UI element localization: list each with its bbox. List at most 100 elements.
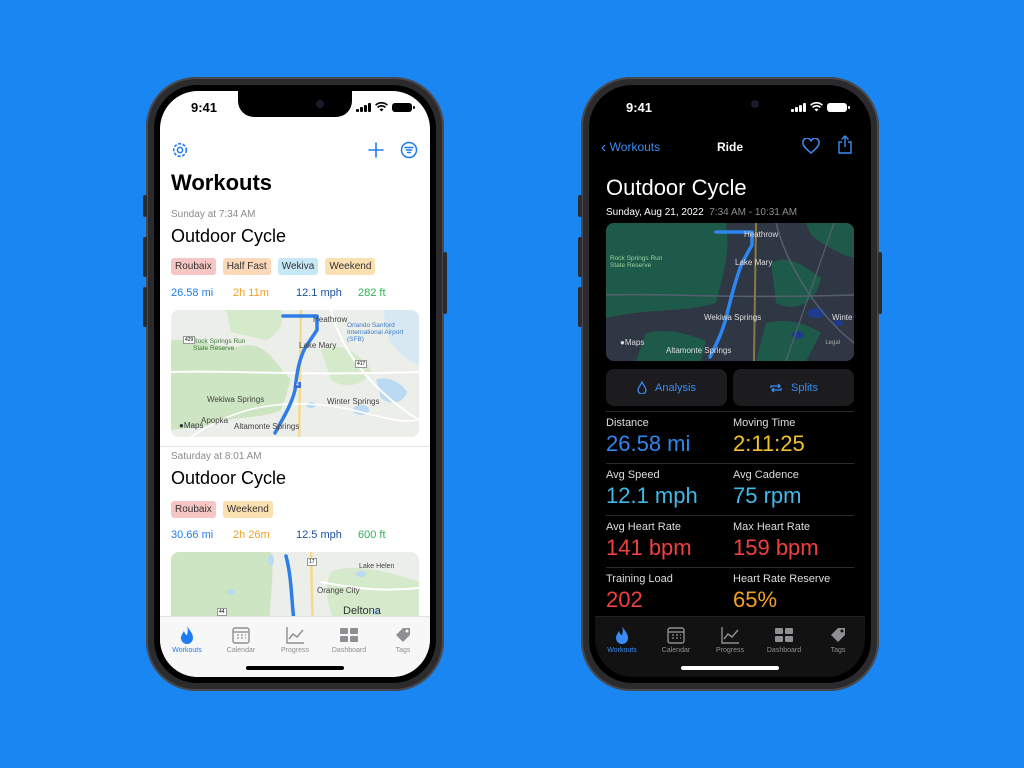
route-map[interactable]: Heathrow Orlando Sanford International A…	[171, 310, 419, 437]
workout-stats: 26.58 mi 2h 11m 12.1 mph 282 ft	[171, 287, 421, 301]
tab-workouts[interactable]: Workouts	[160, 625, 214, 654]
notch	[673, 91, 787, 117]
road-shield: 429	[183, 336, 196, 344]
metric-distance: Distance 26.58 mi	[606, 417, 732, 457]
metric-value: 65%	[733, 587, 778, 612]
home-indicator[interactable]	[246, 666, 344, 670]
battery-icon	[392, 102, 415, 112]
stat-speed: 12.5 mph	[296, 529, 342, 541]
gear-icon[interactable]	[171, 141, 189, 159]
chart-icon	[721, 627, 739, 644]
divider	[606, 463, 854, 464]
side-button	[143, 195, 147, 217]
tag-weekend[interactable]: Weekend	[222, 501, 273, 518]
plus-icon[interactable]	[368, 142, 384, 158]
workout-tags: Roubaix Weekend	[171, 501, 273, 518]
signal-icon	[791, 102, 806, 112]
map-label: Heathrow	[744, 230, 779, 239]
calendar-icon	[667, 627, 685, 644]
metric-value: 26.58 mi	[606, 431, 691, 456]
maps-attribution-text: Maps	[624, 338, 645, 347]
home-indicator[interactable]	[681, 666, 779, 670]
workout-tags: Roubaix Half Fast Wekiva Weekend	[171, 258, 376, 275]
side-button	[143, 237, 147, 277]
tab-label: Tags	[830, 647, 846, 654]
metric-value: 2:11:25	[733, 431, 805, 456]
tab-dashboard[interactable]: Dashboard	[322, 625, 376, 654]
metric-heart-rate-reserve: Heart Rate Reserve 65%	[733, 573, 859, 613]
tab-dashboard[interactable]: Dashboard	[757, 625, 811, 654]
splits-label: Splits	[791, 381, 818, 394]
splits-button[interactable]: Splits	[733, 369, 854, 406]
divider	[606, 567, 854, 568]
map-label: Heathrow	[313, 315, 348, 324]
map-label: Lake Helen	[359, 563, 395, 570]
notch	[238, 91, 352, 117]
maps-attribution: ●Maps	[620, 338, 644, 347]
tab-tags[interactable]: Tags	[376, 625, 430, 654]
tab-label: Progress	[280, 647, 309, 654]
page-title: Workouts	[171, 170, 273, 195]
tag-icon	[396, 628, 410, 642]
map-label: Orlando Sanford International Airport (S…	[347, 322, 404, 343]
divider	[606, 411, 854, 412]
tab-workouts[interactable]: Workouts	[595, 625, 649, 654]
metric-label: Avg Speed	[606, 469, 660, 481]
metric-label: Max Heart Rate	[733, 521, 811, 533]
phone-light: 9:41 Workouts Sunday at 7:34 AM Outdoor …	[143, 77, 447, 691]
workout-stats: 30.66 mi 2h 26m 12.5 mph 600 ft	[171, 529, 421, 543]
metric-avg-cadence: Avg Cadence 75 rpm	[733, 469, 859, 509]
drop-icon	[637, 381, 647, 394]
side-button	[578, 237, 582, 277]
tab-label: Workouts	[172, 647, 202, 654]
map-label: Winte	[832, 313, 853, 322]
tab-tags[interactable]: Tags	[811, 625, 865, 654]
metric-label: Training Load	[606, 573, 673, 585]
tab-label: Calendar	[226, 647, 256, 654]
tag-wekiva[interactable]: Wekiva	[277, 258, 319, 275]
workout-date: Sunday, Aug 21, 2022 7:34 AM - 10:31 AM	[606, 207, 797, 218]
time-range: 7:34 AM - 10:31 AM	[709, 207, 798, 218]
tab-calendar[interactable]: Calendar	[649, 625, 703, 654]
map-label: Lake Mary	[735, 258, 773, 267]
filter-icon[interactable]	[400, 141, 418, 159]
tab-progress[interactable]: Progress	[703, 625, 757, 654]
chart-icon	[286, 627, 304, 644]
metric-label: Heart Rate Reserve	[733, 573, 831, 585]
tab-calendar[interactable]: Calendar	[214, 625, 268, 654]
metric-max-heart-rate: Max Heart Rate 159 bpm	[733, 521, 859, 561]
repeat-icon	[770, 383, 782, 392]
status-time: 9:41	[191, 100, 218, 115]
workout-title: Outdoor Cycle	[171, 468, 287, 488]
heart-icon[interactable]	[802, 138, 820, 155]
stat-distance: 26.58 mi	[171, 287, 214, 299]
map-label: Winter Springs	[327, 397, 380, 406]
map-label: Orange City	[317, 586, 360, 595]
screen-workouts-list: 9:41 Workouts Sunday at 7:34 AM Outdoor …	[160, 91, 430, 677]
tag-half-fast[interactable]: Half Fast	[222, 258, 271, 275]
metric-avg-speed: Avg Speed 12.1 mph	[606, 469, 732, 509]
metric-value: 159 bpm	[733, 535, 819, 560]
date-text: Sunday, Aug 21, 2022	[606, 207, 704, 218]
stat-elevation: 600 ft	[358, 529, 386, 541]
metric-training-load: Training Load 202	[606, 573, 732, 613]
route-map[interactable]: Heathrow Rock Springs Run State Reserve …	[606, 223, 854, 361]
phone-dark: 9:41 ‹ Workouts Ride Outdoor Cycle Sunda…	[578, 77, 882, 691]
tab-label: Tags	[395, 647, 411, 654]
stat-duration: 2h 11m	[233, 287, 269, 299]
tag-roubaix[interactable]: Roubaix	[171, 501, 216, 518]
metric-label: Avg Cadence	[733, 469, 799, 481]
analysis-button[interactable]: Analysis	[606, 369, 727, 406]
share-icon[interactable]	[837, 135, 853, 154]
side-button	[143, 287, 147, 327]
road-shield: 17	[307, 558, 317, 566]
tab-progress[interactable]: Progress	[268, 625, 322, 654]
map-legal[interactable]: Legal	[825, 340, 840, 346]
tag-roubaix[interactable]: Roubaix	[171, 258, 216, 275]
side-button	[578, 195, 582, 217]
tag-weekend[interactable]: Weekend	[325, 258, 376, 275]
metric-label: Distance	[606, 417, 649, 429]
tab-bar: Workouts Calendar Progress Dashboard Tag…	[595, 616, 865, 677]
workout-date: Sunday at 7:34 AM	[171, 209, 256, 220]
map-label: Wekiwa Springs	[207, 395, 265, 404]
